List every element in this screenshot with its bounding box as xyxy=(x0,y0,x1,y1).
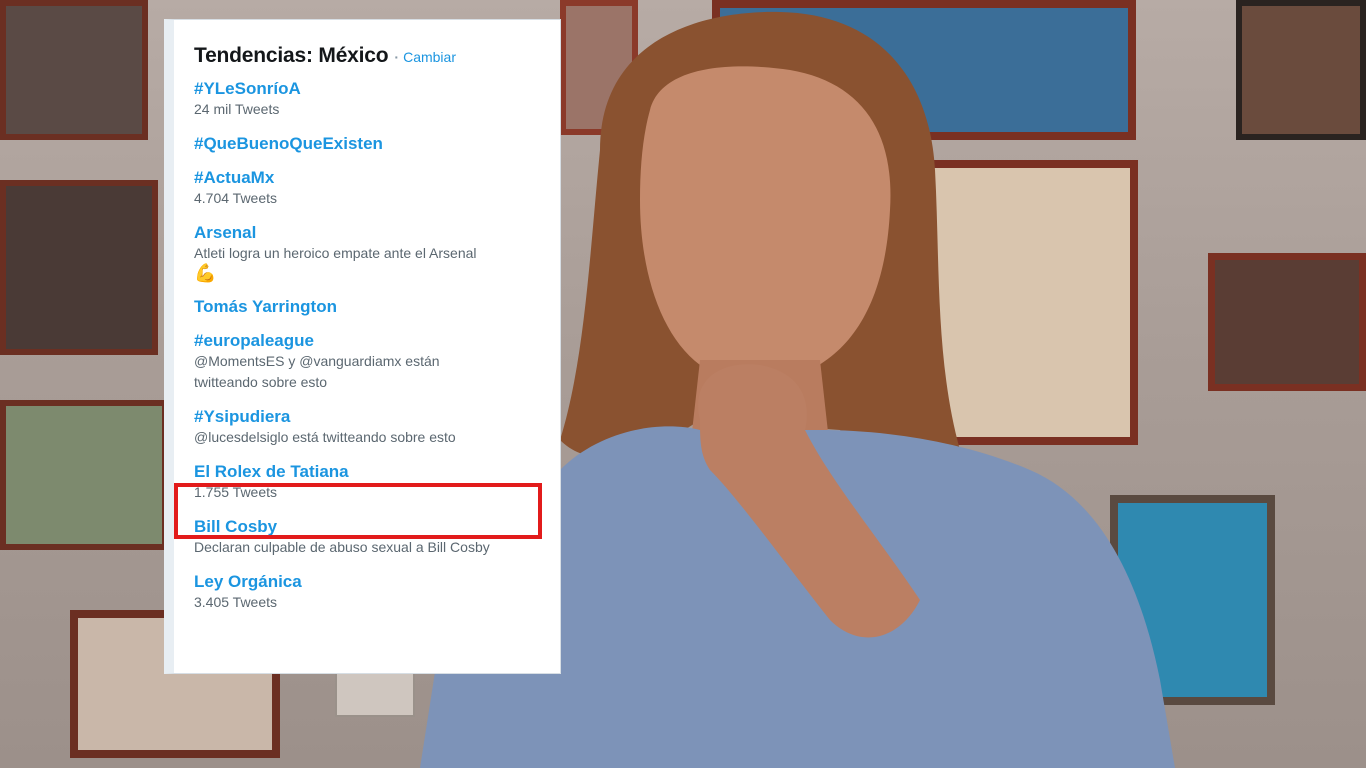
trends-header: Tendencias: México · Cambiar xyxy=(194,44,560,68)
trend-name[interactable]: El Rolex de Tatiana xyxy=(194,462,560,482)
header-separator: · xyxy=(394,49,400,65)
trend-name[interactable]: #QueBuenoQueExisten xyxy=(194,134,560,154)
trend-name[interactable]: Ley Orgánica xyxy=(194,572,560,592)
trend-item[interactable]: #Ysipudiera @lucesdelsiglo está twittean… xyxy=(194,407,560,448)
trend-item[interactable]: Tomás Yarrington xyxy=(194,297,560,317)
trend-meta: 4.704 Tweets xyxy=(194,190,278,206)
trend-meta: @MomentsES y @vanguardiamx están twittea… xyxy=(194,353,440,390)
trend-name[interactable]: #ActuaMx xyxy=(194,168,560,188)
change-location-link[interactable]: Cambiar xyxy=(403,49,456,65)
highlight-box xyxy=(174,483,542,539)
trend-item[interactable]: Ley Orgánica 3.405 Tweets xyxy=(194,572,560,613)
trend-name[interactable]: #YLeSonríoA xyxy=(194,79,560,99)
trend-item[interactable]: #europaleague @MomentsES y @vanguardiamx… xyxy=(194,331,560,393)
trends-title: Tendencias: México xyxy=(194,44,389,67)
trend-meta: 3.405 Tweets xyxy=(194,594,278,610)
trend-item[interactable]: #YLeSonríoA 24 mil Tweets xyxy=(194,79,560,120)
trend-item[interactable]: Arsenal Atleti logra un heroico empate a… xyxy=(194,223,560,283)
trend-meta: Declaran culpable de abuso sexual a Bill… xyxy=(194,539,490,555)
trend-name[interactable]: Arsenal xyxy=(194,223,560,243)
trend-name[interactable]: Tomás Yarrington xyxy=(194,297,560,317)
trend-meta: 24 mil Tweets xyxy=(194,101,280,117)
trend-meta: @lucesdelsiglo está twitteando sobre est… xyxy=(194,429,456,445)
trends-panel: Tendencias: México · Cambiar #YLeSonríoA… xyxy=(164,19,561,674)
trend-item[interactable]: #QueBuenoQueExisten xyxy=(194,134,560,154)
trend-item[interactable]: #ActuaMx 4.704 Tweets xyxy=(194,168,560,209)
trend-name[interactable]: #europaleague xyxy=(194,331,560,351)
trend-name[interactable]: #Ysipudiera xyxy=(194,407,560,427)
flexed-biceps-icon: 💪 xyxy=(194,263,217,283)
trend-meta: Atleti logra un heroico empate ante el A… xyxy=(194,245,477,261)
